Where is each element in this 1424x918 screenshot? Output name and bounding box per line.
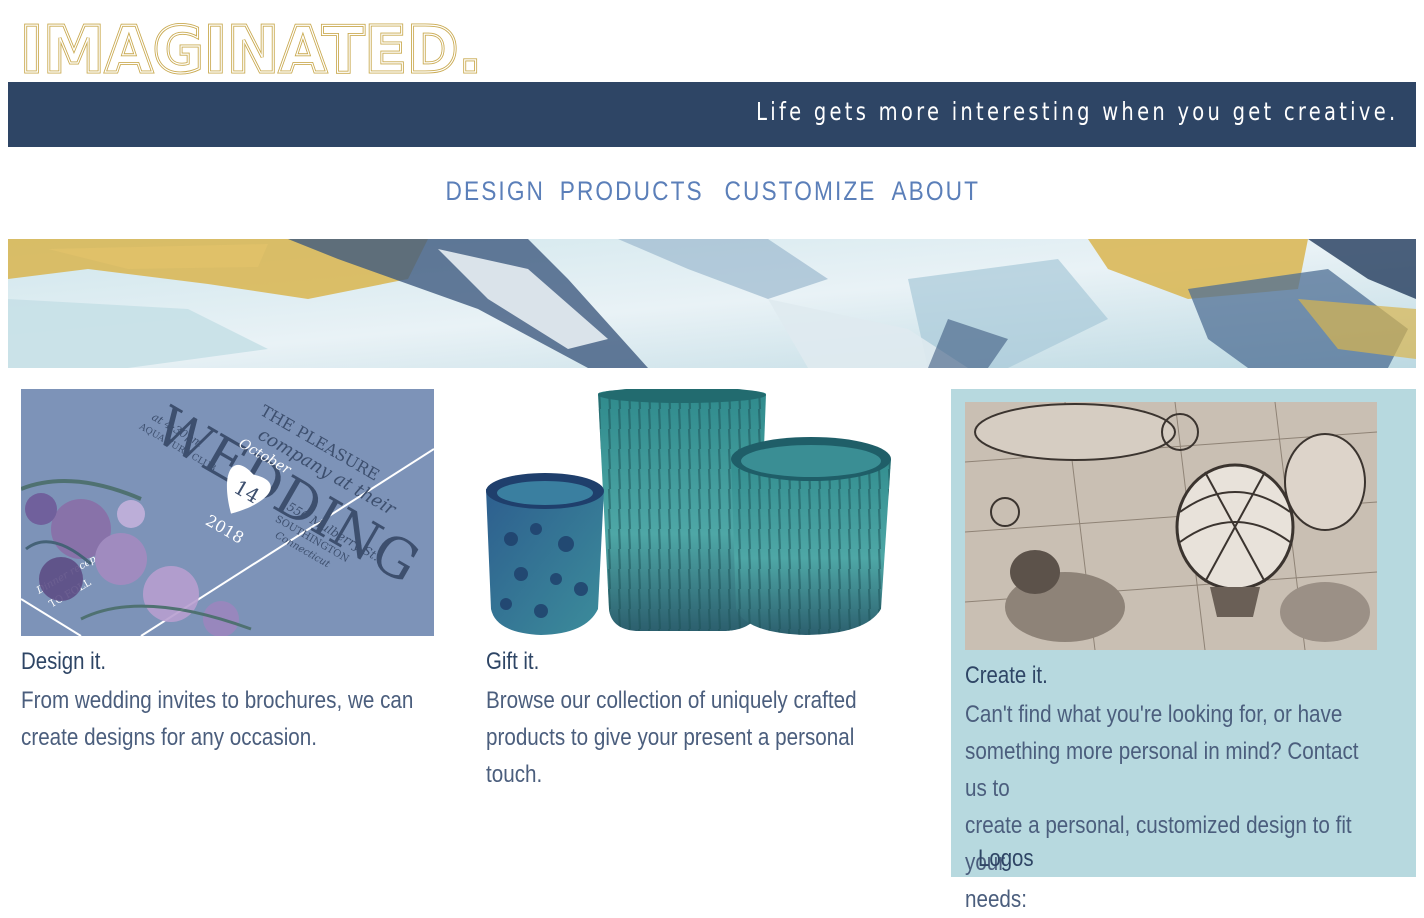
svg-text:IMAGINATED.: IMAGINATED. bbox=[20, 22, 482, 78]
nav-item-about[interactable]: ABOUT bbox=[891, 172, 980, 216]
card-create-text-line: something more personal in mind? Contact… bbox=[965, 738, 1359, 802]
pottery-image[interactable] bbox=[486, 389, 897, 636]
card-create-text-line: Can't find what you're looking for, or h… bbox=[965, 701, 1343, 728]
tagline-text: Life gets more interesting when you get … bbox=[755, 97, 1398, 126]
logo-wordmark: IMAGINATED. IMAGINATED. bbox=[19, 13, 484, 90]
nav-item-products[interactable]: PRODUCTS bbox=[560, 172, 704, 216]
balloon-tiles-image[interactable] bbox=[965, 402, 1377, 650]
card-create-text: Can't find what you're looking for, or h… bbox=[965, 696, 1378, 918]
card-gift-text-line: Browse our collection of uniquely crafte… bbox=[486, 687, 857, 714]
card-design-text: From wedding invites to brochures, we ca… bbox=[21, 682, 417, 756]
card-gift-text-line: products to give your present a personal… bbox=[486, 724, 855, 788]
nav-item-customize[interactable]: CUSTOMIZE bbox=[724, 172, 876, 216]
card-create-text-line: needs: bbox=[965, 886, 1027, 913]
wedding-invite-image[interactable]: WEDDING THE PLEASURE company at their 14… bbox=[21, 389, 434, 636]
card-gift-text: Browse our collection of uniquely crafte… bbox=[486, 682, 890, 793]
card-design-text-line: create designs for any occasion. bbox=[21, 724, 318, 751]
list-item-logos: Logos bbox=[978, 845, 1034, 872]
nav-item-design[interactable]: DESIGN bbox=[445, 172, 545, 216]
brand-logo[interactable]: IMAGINATED. IMAGINATED. bbox=[19, 13, 490, 90]
card-design-text-line: From wedding invites to brochures, we ca… bbox=[21, 687, 414, 714]
hero-banner-image bbox=[8, 239, 1416, 368]
main-nav: DESIGN PRODUCTS CUSTOMIZE ABOUT bbox=[0, 172, 1424, 216]
tagline-bar: Life gets more interesting when you get … bbox=[8, 82, 1416, 147]
card-create-title[interactable]: Create it. bbox=[965, 662, 1048, 690]
card-gift-title[interactable]: Gift it. bbox=[486, 648, 539, 676]
card-design-title[interactable]: Design it. bbox=[21, 648, 106, 676]
